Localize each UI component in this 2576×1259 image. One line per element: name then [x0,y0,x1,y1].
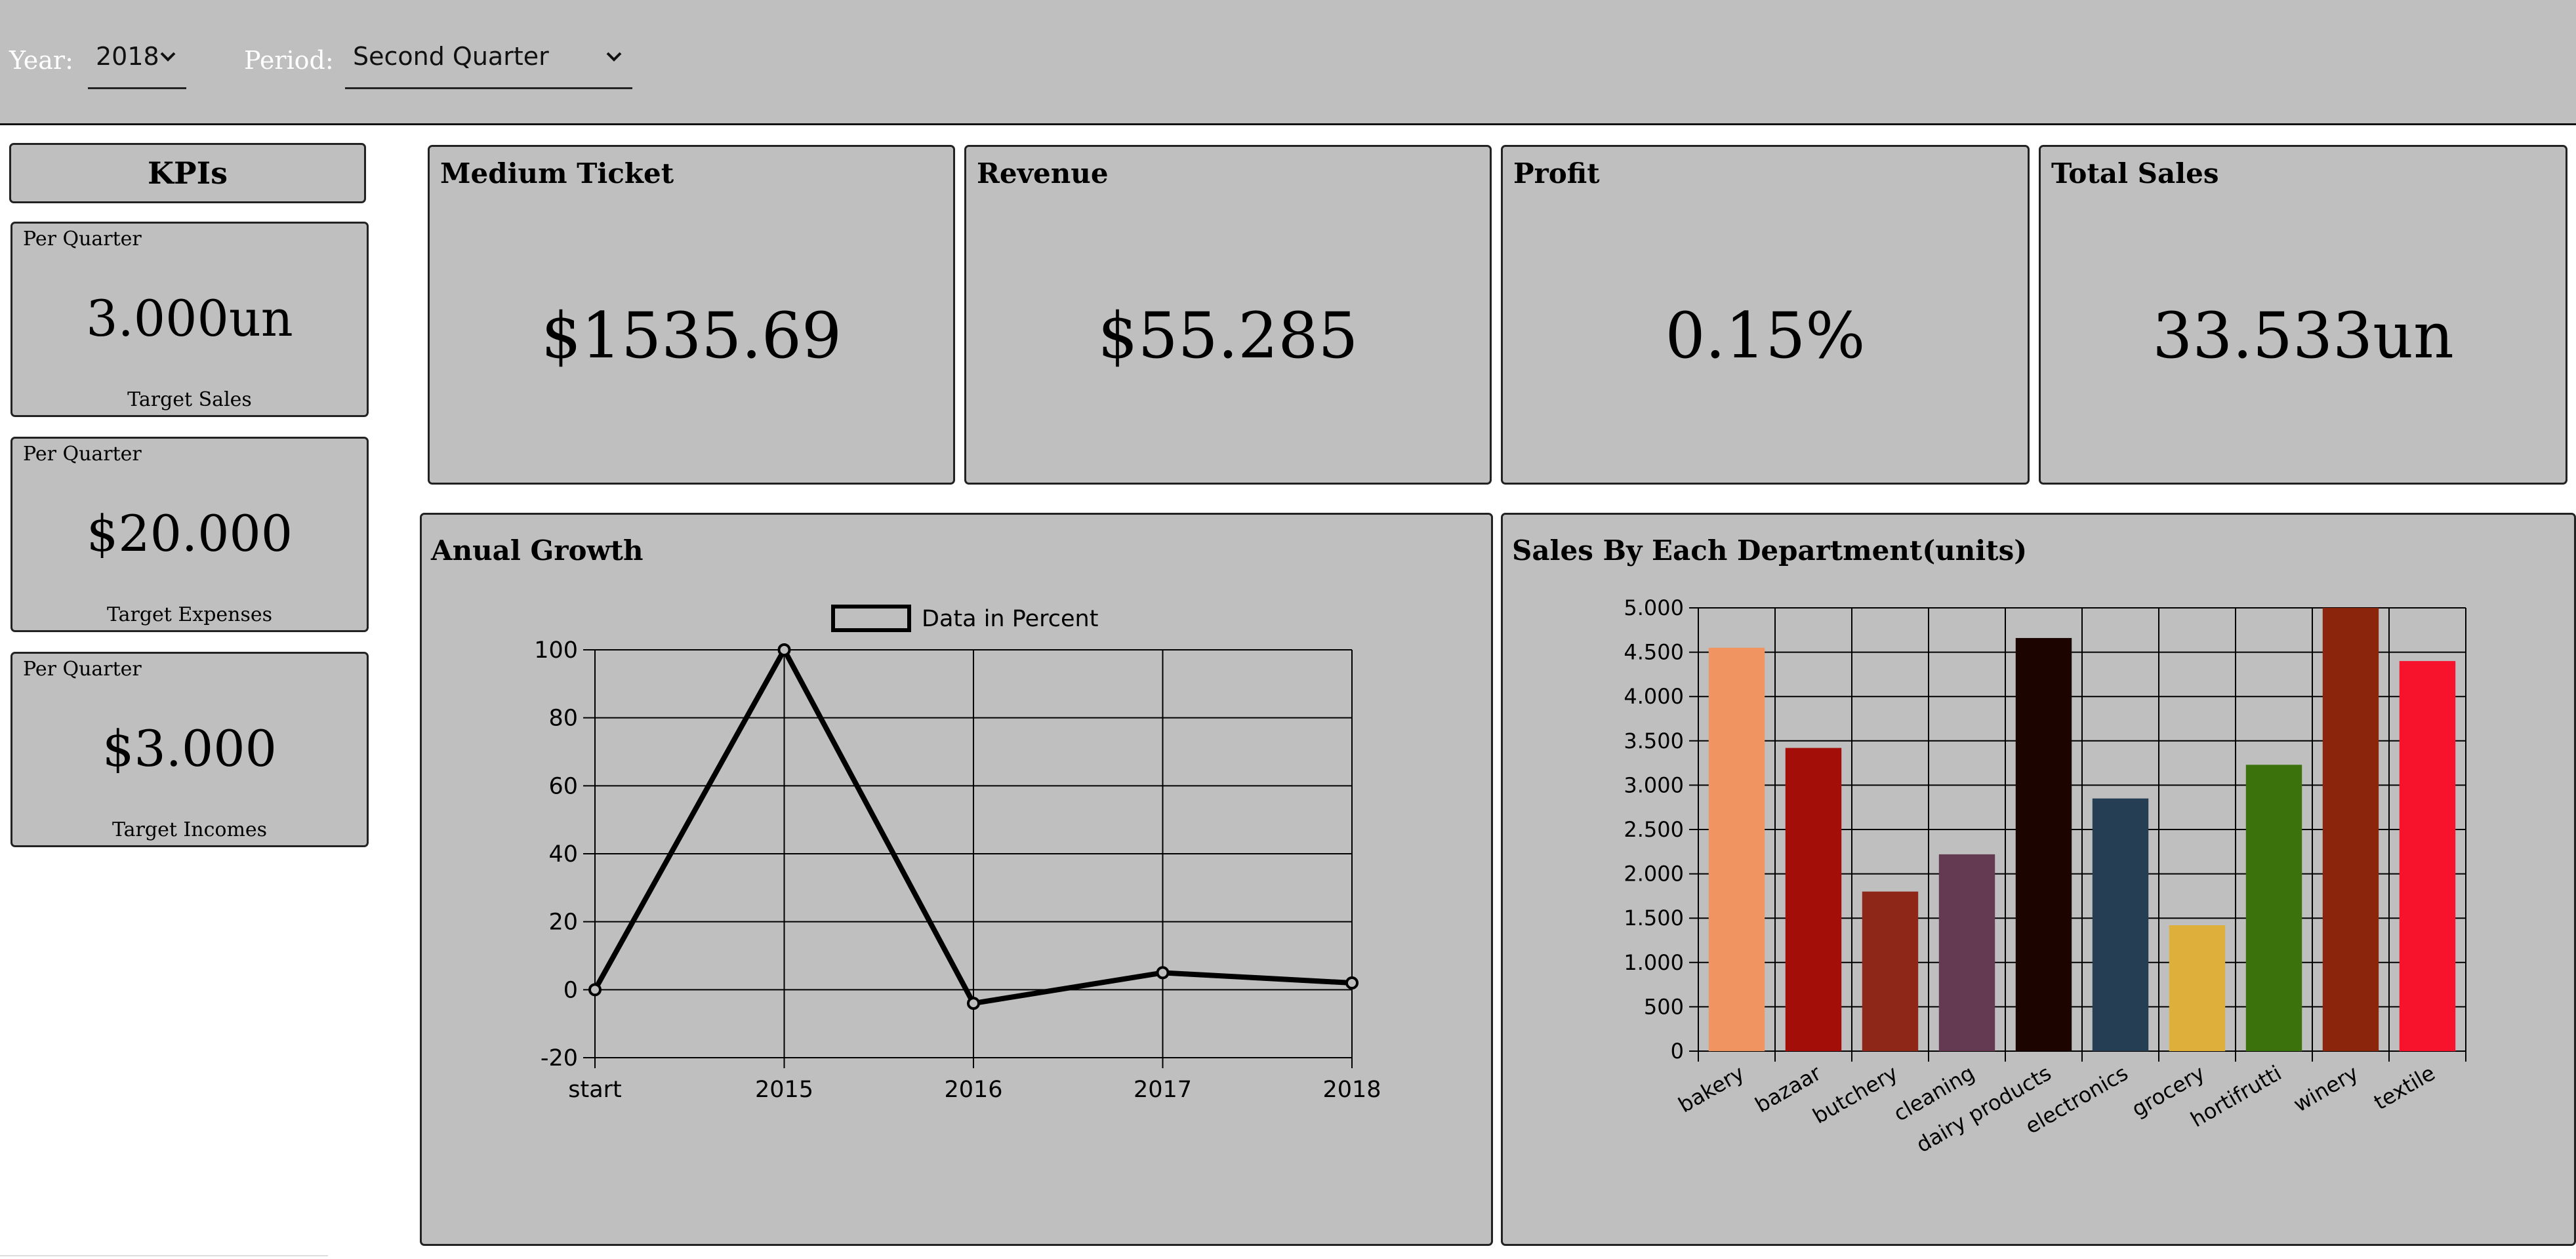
x-tick-label: start [568,1077,622,1103]
card-profit: Profit 0.15% [1501,145,2030,485]
annual-growth-chart-panel: Anual Growth Data in Percent -20 0 20 40 60 80… [420,513,1493,1246]
y-tick-label: 2.500 [1624,817,1684,842]
year-label: Year: [9,46,73,75]
kpi-value: $20.000 [86,504,293,563]
bar-cleaning [1938,854,1995,1051]
y-tick-label: 4.500 [1624,640,1684,665]
kpi-caption: Target Expenses [106,603,273,626]
kpi-card-target-sales: Per Quarter 3.000un Target Sales [10,222,369,417]
y-tick-label: 500 [1644,994,1684,1019]
year-select[interactable]: 2018 [88,33,186,89]
data-point [1345,976,1359,989]
chevron-down-icon [606,52,622,62]
y-tick-label: 3.000 [1624,772,1684,797]
x-tick-label: 2016 [944,1077,1002,1103]
data-point [967,997,980,1010]
bar-bazaar [1785,748,1842,1051]
bar-butchery [1862,891,1919,1051]
x-tick-label: 2018 [1322,1077,1381,1103]
card-value: $55.285 [1097,299,1359,372]
data-point [588,983,602,997]
bar-grocery [2169,925,2226,1051]
card-title: Total Sales [2051,157,2219,190]
card-medium-ticket: Medium Ticket $1535.69 [428,145,955,485]
y-tick-label: 2.000 [1624,862,1684,887]
bar-textile [2399,661,2456,1051]
scrollbar-track [0,1255,328,1256]
y-tick-label: 5.000 [1624,595,1684,620]
filter-bar: Year: 2018 Period: Second Quarter [0,0,2576,125]
card-title: Medium Ticket [440,157,674,190]
kpi-card-target-incomes: Per Quarter $3.000 Target Incomes [10,652,369,847]
period-value: Second Quarter [353,42,549,71]
bar-dairy-products [2015,637,2072,1051]
legend-label: Data in Percent [922,606,1098,632]
y-tick-label: 60 [548,773,578,799]
y-tick-label: 1.000 [1624,950,1684,975]
period-select[interactable]: Second Quarter [345,33,632,89]
kpis-header: KPIs [9,143,366,203]
card-value: 0.15% [1665,299,1866,372]
chevron-down-icon [160,52,176,62]
card-value: $1535.69 [541,299,842,372]
bar-bakery [1708,647,1765,1051]
card-title: Profit [1513,157,1600,190]
y-tick-label: 1.500 [1624,906,1684,930]
data-point [1156,966,1170,980]
y-tick-label: -20 [541,1045,578,1071]
bar-electronics [2092,798,2149,1051]
bar-winery [2322,608,2379,1051]
x-tick-label: dairy products [1912,1060,2056,1157]
x-tick-label: textile [2369,1060,2439,1115]
year-value: 2018 [96,42,159,71]
kpi-period: Per Quarter [23,658,142,681]
y-tick-label: 20 [548,909,578,936]
card-value: 33.533un [2152,299,2454,372]
x-tick-label: 2017 [1134,1077,1192,1103]
x-tick-label: winery [2289,1060,2363,1117]
y-tick-label: 80 [548,706,578,732]
kpi-period: Per Quarter [23,228,142,250]
period-label: Period: [244,46,334,75]
bar-hortifrutti [2245,765,2302,1051]
y-tick-label: 3.500 [1624,729,1684,753]
x-tick-label: bakery [1674,1060,1748,1117]
sales-by-department-chart: 0 500 1.000 1.500 2.000 2.500 3.000 3.500 4.000 4… [1624,595,2466,1157]
y-tick-label: 0 [1671,1039,1684,1064]
card-title: Revenue [977,157,1109,190]
kpi-value: 3.000un [86,289,293,348]
kpi-card-target-expenses: Per Quarter $20.000 Target Expenses [10,437,369,632]
data-point [777,643,791,656]
kpi-caption: Target Sales [127,388,252,411]
annual-growth-chart: Data in Percent -20 0 20 40 60 80 100 start 2015 2… [534,605,1381,1103]
kpi-value: $3.000 [102,719,277,778]
y-tick-label: 0 [563,977,578,1003]
sales-by-department-chart-panel: Sales By Each Department(units) 0 500 1.00… [1501,513,2576,1246]
x-tick-label: 2015 [755,1077,813,1103]
x-tick-label: butchery [1809,1060,1902,1129]
kpis-title: KPIs [148,155,228,191]
card-revenue: Revenue $55.285 [964,145,1492,485]
y-tick-label: 40 [548,841,578,868]
kpi-period: Per Quarter [23,443,142,466]
kpi-caption: Target Incomes [112,818,268,841]
y-tick-label: 100 [534,637,578,664]
legend-swatch [831,605,911,632]
y-tick-label: 4.000 [1624,684,1684,709]
card-total-sales: Total Sales 33.533un [2039,145,2567,485]
